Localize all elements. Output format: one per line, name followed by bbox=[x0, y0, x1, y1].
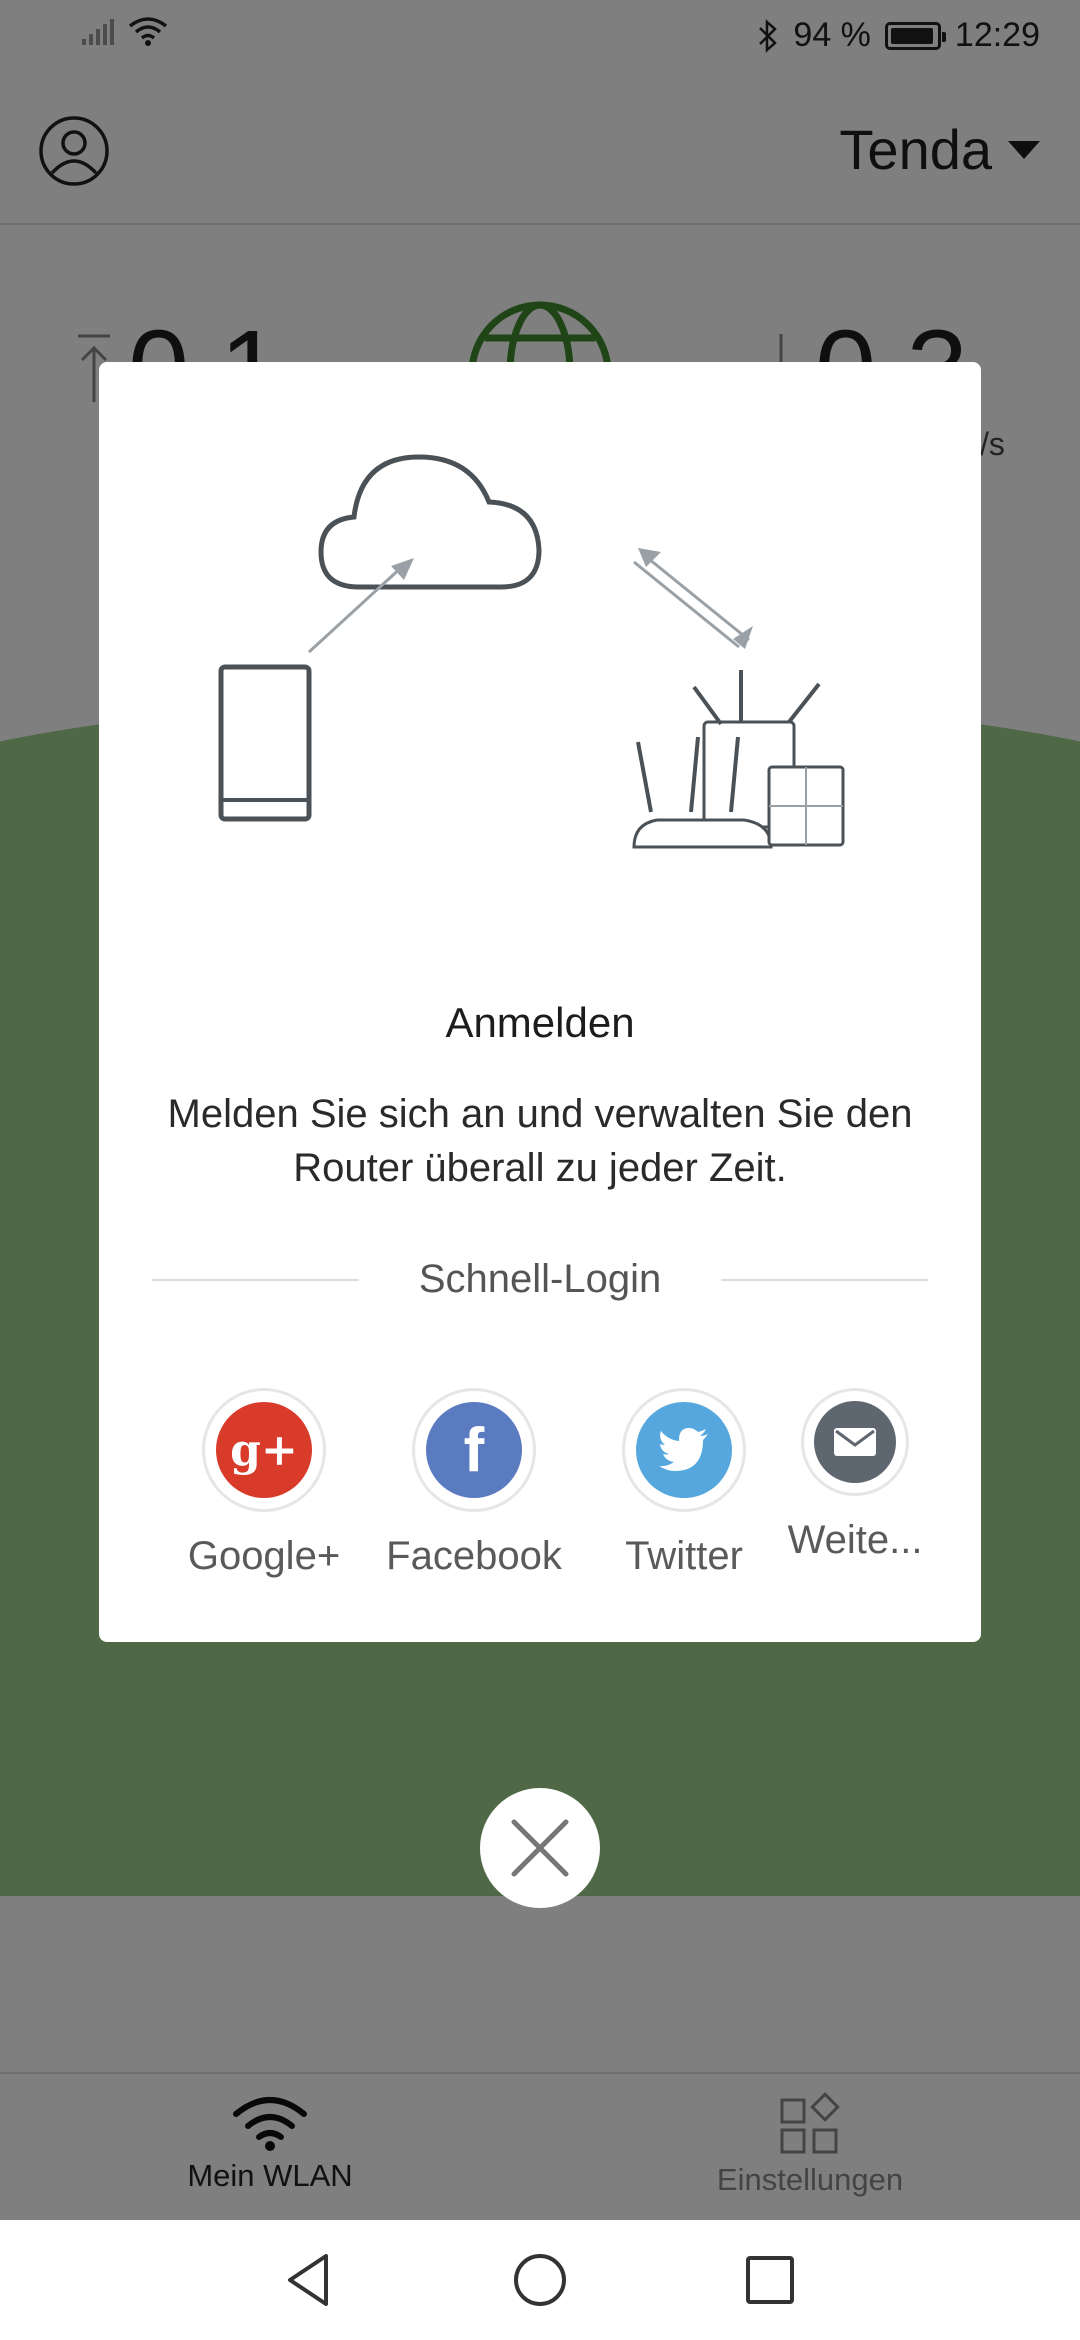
twitter-icon bbox=[636, 1402, 732, 1498]
back-icon[interactable] bbox=[280, 2250, 340, 2310]
cloud-router-illustration bbox=[218, 454, 845, 849]
quick-login-label: Schnell-Login bbox=[418, 1257, 662, 1301]
social-label: Weite... bbox=[787, 1518, 923, 1562]
app-screen: 94 % 12:29 Tenda 0.1 bbox=[0, 0, 1080, 2220]
system-navigation-bar bbox=[0, 2220, 1080, 2340]
social-label: Facebook bbox=[386, 1534, 562, 1578]
divider-line-left bbox=[152, 1278, 359, 1281]
recents-icon[interactable] bbox=[740, 2250, 800, 2310]
mail-icon bbox=[814, 1401, 896, 1483]
home-icon[interactable] bbox=[510, 2250, 570, 2310]
social-label: Google+ bbox=[187, 1534, 341, 1578]
quick-login-divider: Schnell-Login bbox=[152, 1257, 929, 1302]
facebook-login-option[interactable]: f Facebook bbox=[374, 1388, 574, 1579]
google-login-button[interactable]: g+ bbox=[202, 1388, 326, 1512]
divider-line-right bbox=[721, 1278, 929, 1281]
twitter-login-button[interactable] bbox=[622, 1388, 746, 1512]
twitter-login-option[interactable]: Twitter bbox=[584, 1388, 784, 1579]
dialog-description: Melden Sie sich an und verwalten Sie den… bbox=[167, 1092, 913, 1190]
more-login-option[interactable]: Weite... bbox=[755, 1388, 955, 1563]
more-login-button[interactable] bbox=[801, 1388, 909, 1496]
google-login-option[interactable]: g+ Google+ bbox=[164, 1388, 364, 1579]
facebook-icon: f bbox=[426, 1402, 522, 1498]
social-label: Twitter bbox=[625, 1534, 743, 1578]
cloud-shape bbox=[318, 454, 542, 590]
close-icon bbox=[511, 1819, 569, 1877]
google-plus-icon: g+ bbox=[216, 1402, 312, 1498]
facebook-login-button[interactable]: f bbox=[412, 1388, 536, 1512]
social-login-options: g+ Google+ f Facebook Twitter Weite... bbox=[99, 1388, 981, 1588]
close-dialog-button[interactable] bbox=[480, 1788, 600, 1908]
login-dialog: Anmelden Melden Sie sich an und verwalte… bbox=[99, 362, 981, 1642]
dialog-title: Anmelden bbox=[445, 999, 635, 1046]
